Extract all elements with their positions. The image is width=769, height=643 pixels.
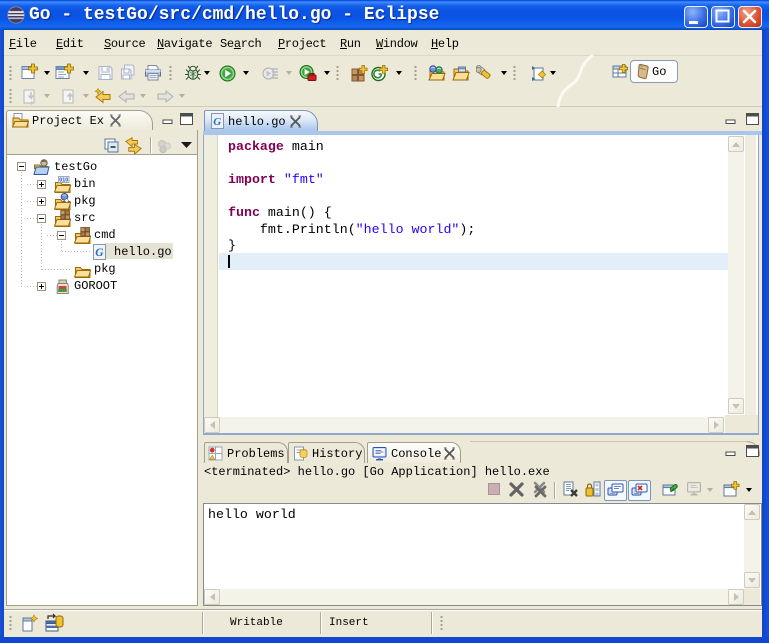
svg-text:010: 010 — [59, 178, 68, 184]
svg-text:G: G — [213, 116, 221, 128]
svg-text:G: G — [95, 247, 104, 259]
